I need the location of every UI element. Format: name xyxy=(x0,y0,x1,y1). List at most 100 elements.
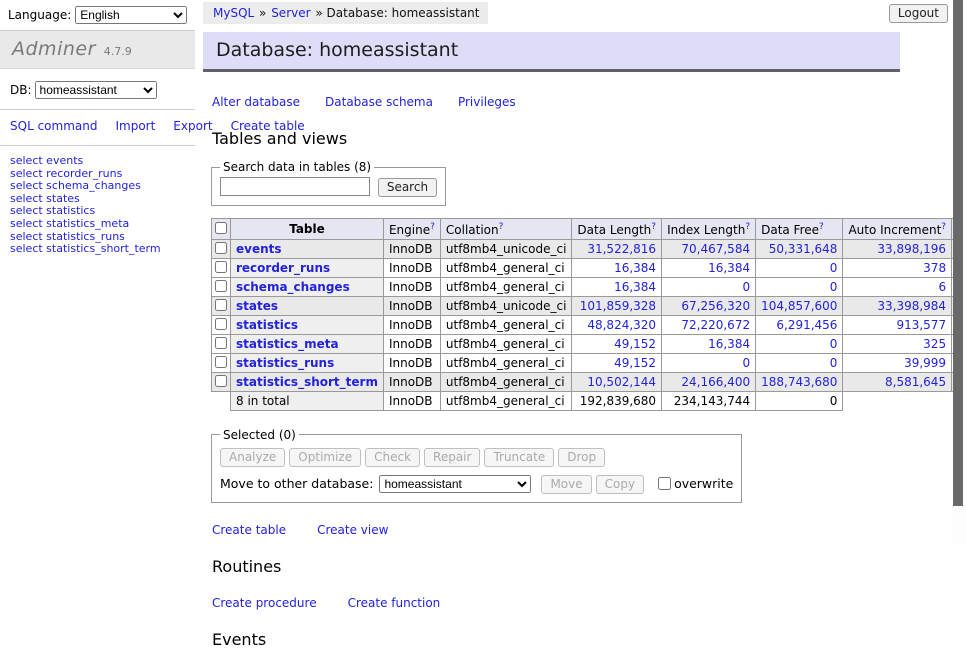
sidebar-select-schema_changes[interactable]: select schema_changes xyxy=(10,180,185,193)
row-checkbox[interactable] xyxy=(215,318,227,330)
create-procedure-link[interactable]: Create procedure xyxy=(212,596,317,610)
move-db-select[interactable]: homeassistant xyxy=(379,475,531,493)
data-free-link[interactable]: 104,857,600 xyxy=(761,299,837,313)
alter-database-link[interactable]: Alter database xyxy=(212,95,300,109)
drop-button[interactable]: Drop xyxy=(558,448,605,467)
row-checkbox[interactable] xyxy=(215,299,227,311)
move-button[interactable]: Move xyxy=(541,475,591,494)
table-row: statistics_metaInnoDButf8mb4_general_ci4… xyxy=(212,334,966,353)
data-free-link[interactable]: 0 xyxy=(830,280,838,294)
index-length-link[interactable]: 16,384 xyxy=(708,337,750,351)
index-length-link[interactable]: 70,467,584 xyxy=(681,242,750,256)
row-checkbox[interactable] xyxy=(215,356,227,368)
data-length-link[interactable]: 16,384 xyxy=(614,261,656,275)
data-length-link[interactable]: 48,824,320 xyxy=(587,318,656,332)
data-length-link[interactable]: 10,502,144 xyxy=(587,375,656,389)
data-length-link[interactable]: 49,152 xyxy=(614,356,656,370)
table-link[interactable]: states xyxy=(236,299,278,313)
table-link[interactable]: statistics_short_term xyxy=(236,375,378,389)
overwrite-option[interactable]: overwrite xyxy=(654,476,733,491)
select-all-checkbox[interactable] xyxy=(215,222,227,234)
optimize-button[interactable]: Optimize xyxy=(289,448,361,467)
total-index-length-cell: 234,143,744 xyxy=(662,391,756,410)
table-link[interactable]: statistics_meta xyxy=(236,337,339,351)
sidebar-select-statistics_short_term[interactable]: select statistics_short_term xyxy=(10,243,185,256)
privileges-link[interactable]: Privileges xyxy=(458,95,516,109)
breadcrumb-link-server[interactable]: Server xyxy=(271,6,310,20)
sidebar-action-sql-command[interactable]: SQL command xyxy=(10,119,97,133)
create-view-link[interactable]: Create view xyxy=(317,523,388,537)
data-free-link[interactable]: 0 xyxy=(830,356,838,370)
index-length-link[interactable]: 0 xyxy=(742,280,750,294)
index-length-link[interactable]: 72,220,672 xyxy=(681,318,750,332)
data-length-link[interactable]: 16,384 xyxy=(614,280,656,294)
column-help-link[interactable]: ? xyxy=(430,222,435,232)
breadcrumb-link-mysql[interactable]: MySQL xyxy=(213,6,254,20)
data-free-link[interactable]: 0 xyxy=(830,337,838,351)
sidebar-select-events[interactable]: select events xyxy=(10,155,185,168)
data-length-link[interactable]: 101,859,328 xyxy=(580,299,656,313)
search-fieldset: Search data in tables (8) Search xyxy=(211,160,446,206)
search-input[interactable] xyxy=(220,177,370,196)
vertical-scrollbar-track[interactable] xyxy=(953,0,966,543)
table-link[interactable]: events xyxy=(236,242,282,256)
column-help-link[interactable]: ? xyxy=(819,222,824,232)
row-checkbox-cell xyxy=(212,296,231,315)
repair-button[interactable]: Repair xyxy=(424,448,480,467)
auto-increment-link[interactable]: 325 xyxy=(923,337,946,351)
engine-cell: InnoDB xyxy=(383,353,440,372)
row-checkbox[interactable] xyxy=(215,375,227,387)
index-length-link[interactable]: 67,256,320 xyxy=(681,299,750,313)
help-sup: ? xyxy=(819,221,824,232)
engine-cell: InnoDB xyxy=(383,372,440,391)
data-free-link[interactable]: 6,291,456 xyxy=(776,318,837,332)
row-checkbox[interactable] xyxy=(215,280,227,292)
auto-increment-link[interactable]: 39,999 xyxy=(904,356,946,370)
column-help-link[interactable]: ? xyxy=(745,222,750,232)
data-free-link[interactable]: 50,331,648 xyxy=(769,242,838,256)
overwrite-checkbox[interactable] xyxy=(658,477,671,490)
column-help-link[interactable]: ? xyxy=(941,222,946,232)
auto-increment-link[interactable]: 33,898,196 xyxy=(877,242,946,256)
data-free-link[interactable]: 188,743,680 xyxy=(761,375,837,389)
row-checkbox[interactable] xyxy=(215,261,227,273)
table-link[interactable]: statistics xyxy=(236,318,298,332)
column-help-link[interactable]: ? xyxy=(651,222,656,232)
index-length-link[interactable]: 24,166,400 xyxy=(681,375,750,389)
vertical-scrollbar-thumb[interactable] xyxy=(953,0,963,506)
index-length-link[interactable]: 0 xyxy=(742,356,750,370)
check-button[interactable]: Check xyxy=(365,448,420,467)
truncate-button[interactable]: Truncate xyxy=(484,448,554,467)
auto-increment-link[interactable]: 33,398,984 xyxy=(877,299,946,313)
column-help-link[interactable]: ? xyxy=(499,222,504,232)
row-checkbox[interactable] xyxy=(215,242,227,254)
create-function-link[interactable]: Create function xyxy=(348,596,441,610)
index-length-link[interactable]: 16,384 xyxy=(708,261,750,275)
data-length-cell: 16,384 xyxy=(572,258,662,277)
table-row: statesInnoDButf8mb4_unicode_ci101,859,32… xyxy=(212,296,966,315)
data-length-link[interactable]: 49,152 xyxy=(614,337,656,351)
data-free-link[interactable]: 0 xyxy=(830,261,838,275)
data-free-cell: 0 xyxy=(756,277,843,296)
data-length-link[interactable]: 31,522,816 xyxy=(587,242,656,256)
move-buttons: Move Copy xyxy=(537,476,644,491)
search-button[interactable]: Search xyxy=(378,178,437,197)
auto-increment-link[interactable]: 6 xyxy=(938,280,946,294)
analyze-button[interactable]: Analyze xyxy=(220,448,285,467)
database-schema-link[interactable]: Database schema xyxy=(325,95,433,109)
copy-button[interactable]: Copy xyxy=(596,475,644,494)
index-length-cell: 72,220,672 xyxy=(662,315,756,334)
create-table-link[interactable]: Create table xyxy=(212,523,286,537)
sidebar: Adminer 4.7.9 DB:homeassistant SQL comma… xyxy=(0,0,195,265)
sidebar-select-statistics_meta[interactable]: select statistics_meta xyxy=(10,218,185,231)
row-checkbox[interactable] xyxy=(215,337,227,349)
sidebar-action-import[interactable]: Import xyxy=(115,119,155,133)
db-select[interactable]: homeassistant xyxy=(35,81,157,99)
table-name-cell: statistics_meta xyxy=(231,334,384,353)
table-link[interactable]: schema_changes xyxy=(236,280,350,294)
table-link[interactable]: statistics_runs xyxy=(236,356,334,370)
table-link[interactable]: recorder_runs xyxy=(236,261,330,275)
auto-increment-link[interactable]: 8,581,645 xyxy=(885,375,946,389)
auto-increment-link[interactable]: 913,577 xyxy=(896,318,946,332)
auto-increment-link[interactable]: 378 xyxy=(923,261,946,275)
